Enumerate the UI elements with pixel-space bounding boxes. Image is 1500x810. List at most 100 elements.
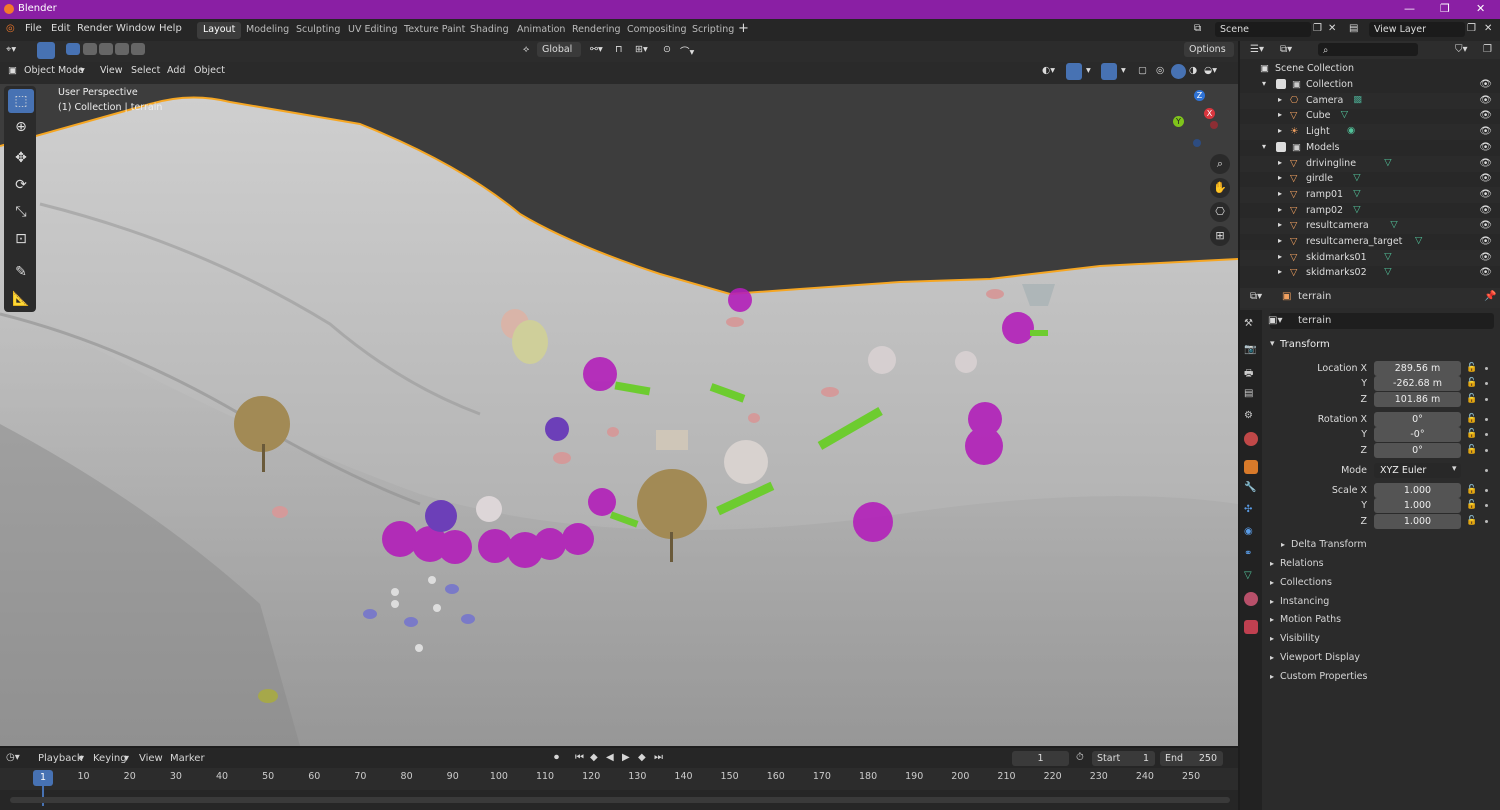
select-extend-icon[interactable] (83, 43, 97, 55)
rotation-x-field[interactable]: 0° (1374, 412, 1461, 427)
keyframe-dot-icon[interactable] (1485, 489, 1488, 492)
output-tab-icon[interactable]: 🖶 (1244, 366, 1258, 380)
delete-scene-icon[interactable]: ✕ (1328, 23, 1336, 34)
new-collection-icon[interactable]: ❐ (1483, 44, 1492, 55)
outliner-search-input[interactable]: ⌕ (1318, 43, 1418, 56)
expand-icon[interactable]: ▸ (1278, 95, 1282, 104)
annotate-tool-icon[interactable]: ✎ (8, 260, 34, 284)
tab-compositing[interactable]: Compositing (621, 22, 693, 39)
keyframe-dot-icon[interactable] (1485, 367, 1488, 370)
select-box-tool-icon[interactable]: ⬚ (8, 89, 34, 113)
outliner-item-cube[interactable]: ▸ ▽ Cube ▽ 👁 (1240, 108, 1500, 124)
keyframe-dot-icon[interactable] (1485, 520, 1488, 523)
mesh-data-icon[interactable]: ▽ (1384, 251, 1391, 262)
rotation-mode-dropdown[interactable]: XYZ Euler (1374, 463, 1461, 478)
menu-edit[interactable]: Edit (51, 23, 70, 34)
mesh-data-icon[interactable]: ▽ (1341, 109, 1348, 120)
lock-icon[interactable]: 🔓 (1466, 500, 1477, 510)
navigation-gizmo[interactable]: Z X Y (1170, 88, 1226, 150)
properties-editor-type-icon[interactable]: ⧉▾ (1250, 291, 1262, 302)
section-custom-properties[interactable]: Custom Properties (1280, 671, 1367, 682)
keyframe-dot-icon[interactable] (1485, 433, 1488, 436)
mesh-data-icon[interactable]: ▽ (1353, 172, 1360, 183)
render-tab-icon[interactable]: 📷 (1244, 344, 1258, 358)
solid-shading-icon[interactable] (1171, 64, 1186, 79)
blender-menu-icon[interactable]: ◎ (6, 23, 15, 34)
gizmo-neg-z-axis[interactable] (1193, 139, 1201, 147)
display-mode-icon[interactable]: ⧉▾ (1280, 44, 1292, 55)
visibility-eye-icon[interactable]: 👁 (1479, 220, 1492, 231)
rotation-z-field[interactable]: 0° (1374, 443, 1461, 458)
scale-z-field[interactable]: 1.000 (1374, 514, 1461, 529)
light-data-icon[interactable]: ◉ (1347, 125, 1355, 136)
menu-select[interactable]: Select (131, 65, 160, 76)
gizmo-dropdown-icon[interactable]: ▾ (1086, 65, 1091, 76)
next-keyframe-icon[interactable]: ◆ (638, 752, 646, 763)
section-motion-paths[interactable]: Motion Paths (1280, 614, 1341, 625)
maximize-icon[interactable]: ❐ (1440, 2, 1450, 15)
rotate-tool-icon[interactable]: ⟳ (8, 173, 34, 197)
tab-modeling[interactable]: Modeling (240, 22, 295, 39)
lock-icon[interactable]: 🔓 (1466, 429, 1477, 439)
record-icon[interactable]: ⏺ (554, 752, 559, 763)
select-new-icon[interactable] (66, 43, 80, 55)
particles-tab-icon[interactable]: ✣ (1244, 504, 1258, 518)
visibility-eye-icon[interactable]: 👁 (1479, 236, 1492, 247)
snap-icon[interactable]: ⊓ (615, 44, 622, 55)
pan-hand-icon[interactable]: ✋ (1210, 178, 1230, 198)
scale-y-field[interactable]: 1.000 (1374, 498, 1461, 513)
lock-icon[interactable]: 🔓 (1466, 394, 1477, 404)
location-z-field[interactable]: 101.86 m (1374, 392, 1461, 407)
menu-help[interactable]: Help (159, 23, 182, 34)
tab-texture-paint[interactable]: Texture Paint (398, 22, 471, 39)
menu-file[interactable]: File (25, 23, 42, 34)
section-expand-icon[interactable]: ▸ (1270, 615, 1274, 624)
outliner-item-models[interactable]: ▾ ▣ Models 👁 (1240, 140, 1500, 156)
play-reverse-icon[interactable]: ◀ (606, 752, 614, 763)
section-expand-icon[interactable]: ▸ (1270, 653, 1274, 662)
collapse-icon[interactable]: ▾ (1262, 79, 1266, 88)
jump-start-icon[interactable]: ⏮ (575, 752, 584, 763)
camera-data-icon[interactable]: ▩ (1353, 94, 1362, 105)
pivot-point-icon[interactable]: ⚯▾ (590, 44, 603, 55)
wireframe-shading-icon[interactable]: ◎ (1156, 65, 1164, 76)
mesh-data-icon[interactable]: ▽ (1353, 204, 1360, 215)
add-workspace-icon[interactable]: + (738, 21, 749, 36)
outliner-item-girdle[interactable]: ▸ ▽ girdle ▽ 👁 (1240, 171, 1500, 187)
select-intersect-icon[interactable] (131, 43, 145, 55)
expand-icon[interactable]: ▸ (1278, 173, 1282, 182)
measure-tool-icon[interactable]: 📐 (8, 287, 34, 311)
section-expand-icon[interactable]: ▸ (1270, 672, 1274, 681)
outliner-editor-type-icon[interactable]: ☰▾ (1250, 44, 1264, 55)
expand-icon[interactable]: ▸ (1278, 126, 1282, 135)
select-tool-icon[interactable] (37, 42, 55, 59)
expand-icon[interactable]: ▸ (1278, 220, 1282, 229)
zoom-icon[interactable]: ⌕ (1210, 154, 1230, 174)
end-frame-field[interactable]: End 250 (1160, 751, 1223, 766)
new-view-layer-icon[interactable]: ❐ (1467, 23, 1476, 34)
gizmo-x-axis[interactable]: X (1204, 108, 1215, 119)
3d-viewport[interactable]: User Perspective (1) Collection | terrai… (0, 84, 1238, 746)
tool-tab-icon[interactable]: ⚒ (1244, 318, 1258, 332)
menu-marker[interactable]: Marker (170, 753, 205, 764)
collection-checkbox[interactable] (1276, 79, 1286, 89)
filter-icon[interactable]: ⛉▾ (1455, 44, 1468, 55)
playhead[interactable]: 1 (33, 770, 53, 786)
scale-tool-icon[interactable]: ⤡ (8, 200, 34, 224)
expand-icon[interactable]: ▸ (1278, 158, 1282, 167)
gizmo-z-axis[interactable]: Z (1194, 90, 1205, 101)
outliner-item-drivingline[interactable]: ▸ ▽ drivingline ▽ 👁 (1240, 155, 1500, 172)
mesh-data-icon[interactable]: ▽ (1384, 266, 1391, 277)
visibility-eye-icon[interactable]: 👁 (1479, 126, 1492, 137)
outliner-item-ramp01[interactable]: ▸ ▽ ramp01 ▽ 👁 (1240, 186, 1500, 203)
keyframe-dot-icon[interactable] (1485, 469, 1488, 472)
start-frame-field[interactable]: Start 1 (1092, 751, 1155, 766)
texture-tab-icon[interactable] (1244, 620, 1258, 634)
play-icon[interactable]: ▶ (622, 752, 630, 763)
mesh-data-icon[interactable]: ▽ (1390, 219, 1397, 230)
section-collections[interactable]: Collections (1280, 577, 1332, 588)
expand-icon[interactable]: ▸ (1278, 236, 1282, 245)
lock-icon[interactable]: 🔓 (1466, 378, 1477, 388)
keyframe-dot-icon[interactable] (1485, 382, 1488, 385)
outliner-item-resultcamera-target[interactable]: ▸ ▽ resultcamera_target ▽ 👁 (1240, 234, 1500, 250)
